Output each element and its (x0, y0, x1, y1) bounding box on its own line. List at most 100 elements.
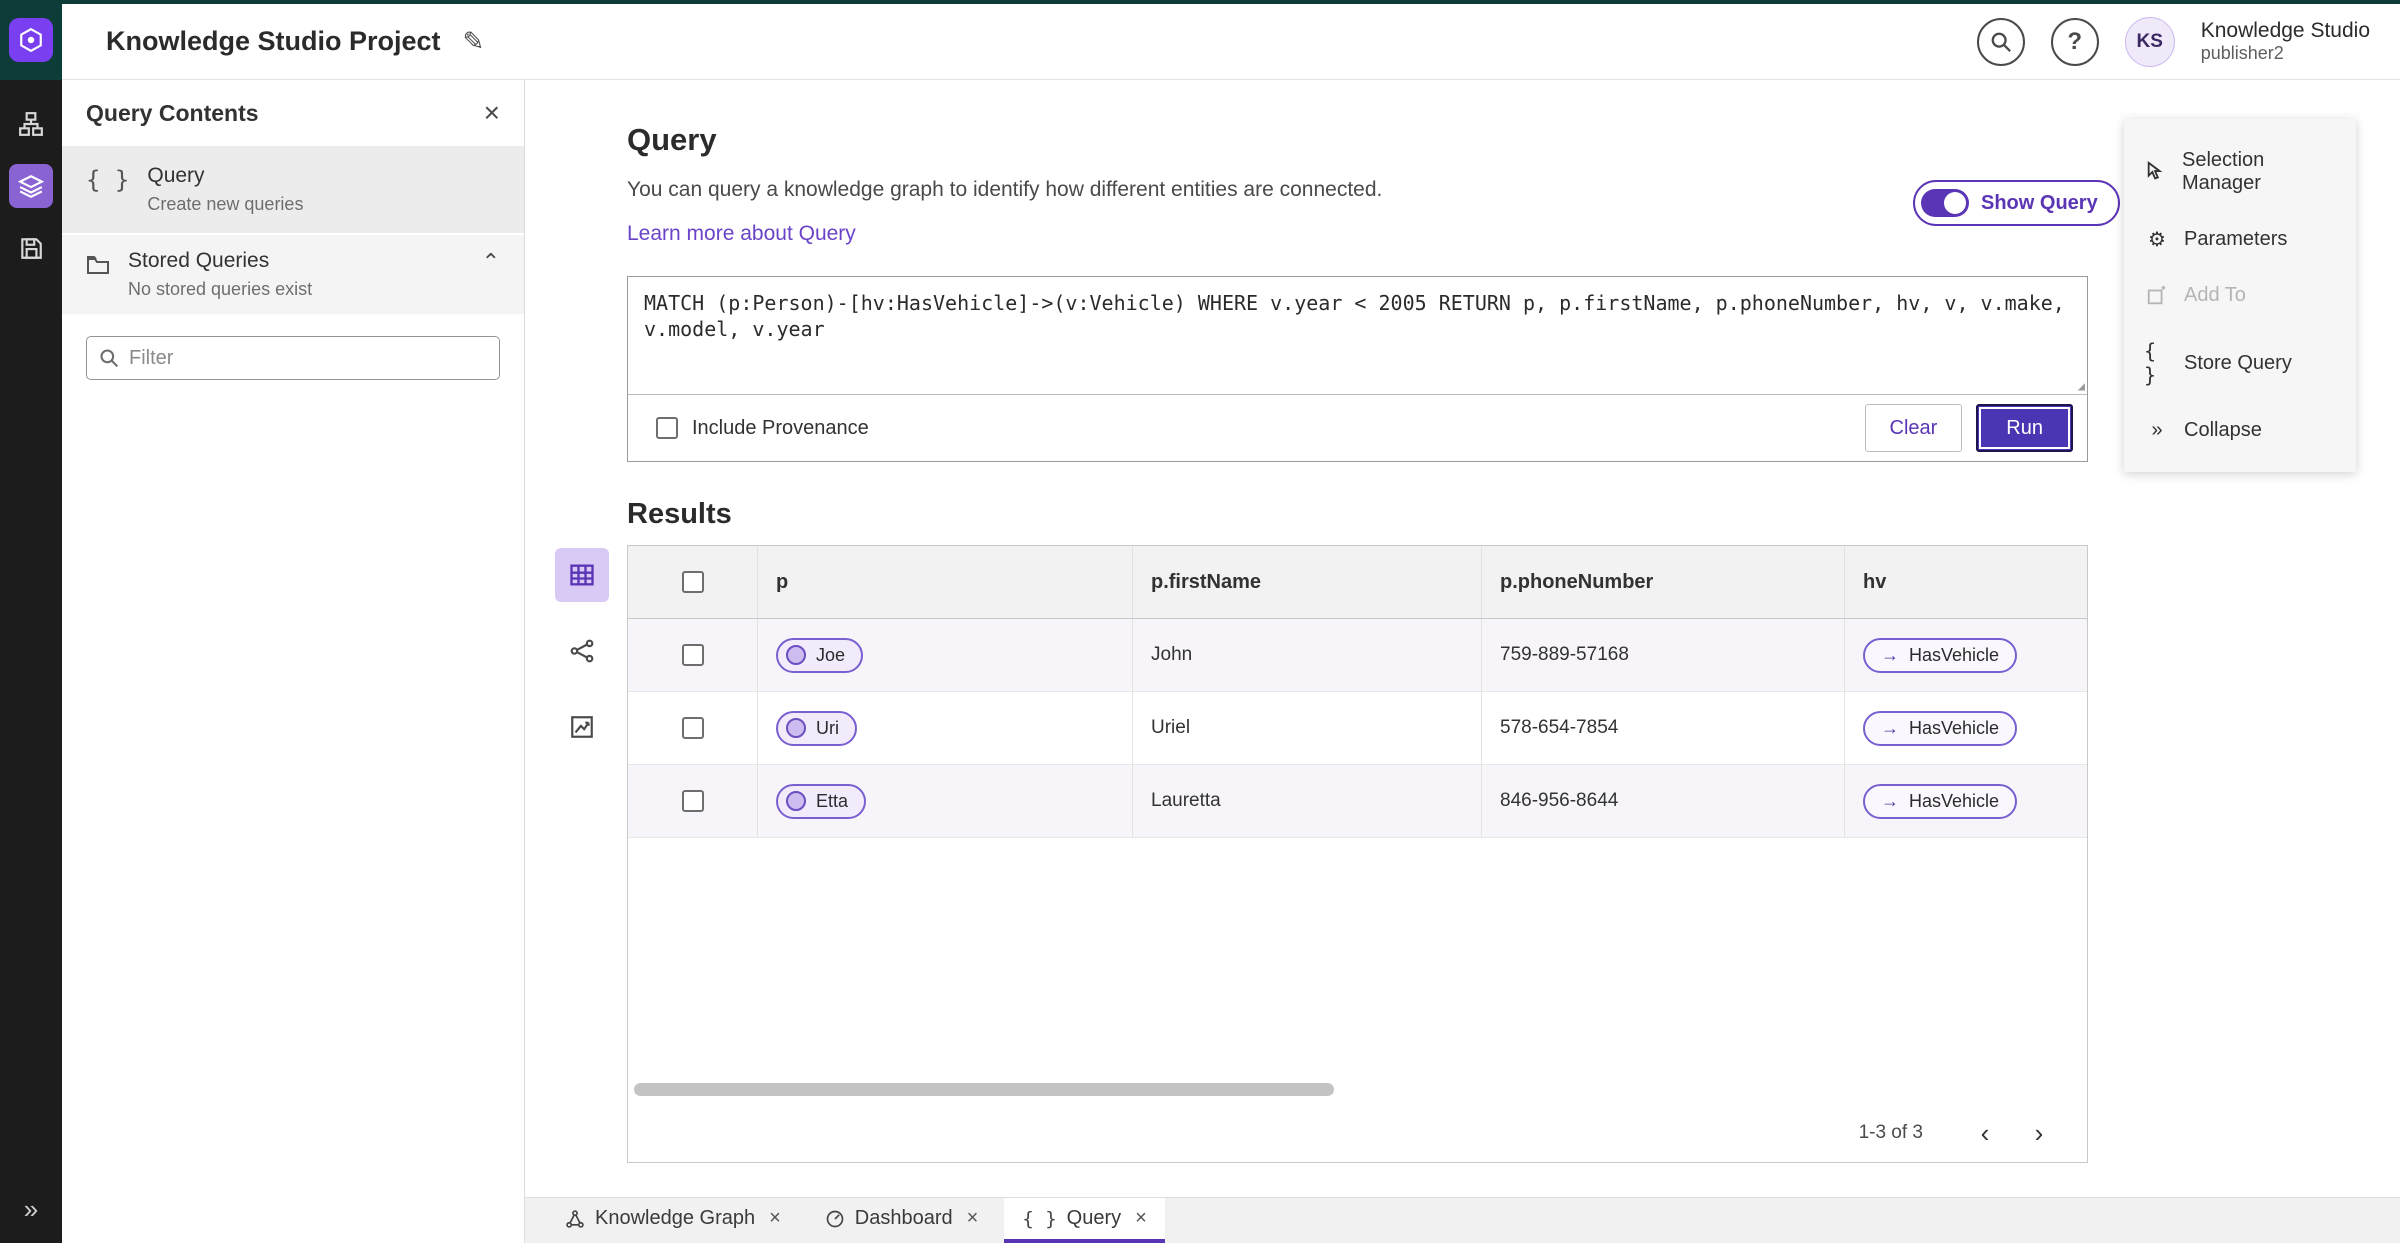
entity-pill[interactable]: Etta (776, 783, 867, 819)
column-header-p[interactable]: p (758, 546, 1133, 618)
new-query-item[interactable]: { } Query Create new queries (62, 146, 524, 235)
collapse-item[interactable]: » Collapse (2124, 403, 2356, 458)
show-query-label: Show Query (1981, 191, 2098, 214)
close-tab-icon[interactable]: × (967, 1207, 979, 1230)
table-pagination: 1-3 of 3 ‹ › (628, 1104, 2087, 1162)
entity-node-icon (786, 645, 806, 665)
stored-queries-folder-icon (86, 253, 110, 277)
app-logo-icon[interactable] (9, 18, 53, 62)
column-header-hv[interactable]: hv (1845, 546, 2087, 618)
filter-search-icon (99, 348, 119, 368)
row-checkbox[interactable] (681, 644, 704, 666)
user-info[interactable]: Knowledge Studio publisher2 (2201, 19, 2370, 64)
entity-node-icon (786, 791, 806, 811)
parameters-item[interactable]: ⚙ Parameters (2124, 211, 2356, 268)
app-header: Knowledge Studio Project ✎ ? KS Knowledg… (62, 4, 2400, 80)
pagination-range: 1-3 of 3 (1858, 1122, 1923, 1143)
relationship-pill[interactable]: → HasVehicle (1863, 783, 2018, 819)
previous-page-icon[interactable]: ‹ (1963, 1111, 2007, 1155)
arrow-icon: → (1881, 717, 1899, 738)
arrow-icon: → (1881, 644, 1899, 665)
top-accent-line (0, 0, 2400, 4)
table-header-row: p p.firstName p.phoneNumber hv (628, 546, 2087, 619)
query-description: You can query a knowledge graph to ident… (627, 178, 1383, 201)
new-query-label: Query (147, 164, 205, 187)
results-table: p p.firstName p.phoneNumber hv Joe John … (627, 545, 2088, 1163)
bottom-tab-bar: Knowledge Graph × Dashboard × { } Query … (525, 1197, 2400, 1243)
table-empty-area (628, 838, 2087, 1104)
query-page-title: Query (627, 122, 717, 157)
graph-view-icon[interactable] (555, 624, 609, 678)
main-content: Query You can query a knowledge graph to… (525, 80, 2400, 1197)
left-rail: » (0, 0, 62, 1243)
braces-icon: { } (2144, 339, 2157, 387)
stored-queries-header[interactable]: Stored Queries No stored queries exist ⌃ (62, 235, 524, 314)
selection-manager-icon (2144, 161, 2168, 183)
column-header-firstname[interactable]: p.firstName (1133, 546, 1482, 618)
tab-knowledge-graph[interactable]: Knowledge Graph × (547, 1198, 799, 1243)
search-button[interactable] (1976, 17, 2025, 66)
stored-queries-label: Stored Queries (128, 249, 270, 272)
app-window: » Knowledge Studio Project ✎ ? KS Knowle… (0, 0, 2400, 1243)
close-tab-icon[interactable]: × (769, 1207, 781, 1230)
add-to-item: Add To (2124, 268, 2356, 323)
horizontal-scrollbar[interactable] (634, 1083, 1334, 1096)
toggle-switch[interactable] (1921, 189, 1969, 217)
column-header-phonenumber[interactable]: p.phoneNumber (1482, 546, 1845, 618)
selection-manager-item[interactable]: Selection Manager (2124, 133, 2356, 211)
add-to-icon (2144, 285, 2170, 307)
layers-icon[interactable] (9, 164, 53, 208)
close-tab-icon[interactable]: × (1135, 1207, 1147, 1230)
include-provenance-label: Include Provenance (692, 416, 869, 439)
select-all-checkbox[interactable] (681, 571, 704, 593)
filter-box (86, 336, 500, 380)
tab-query[interactable]: { } Query × (1004, 1198, 1165, 1243)
table-row[interactable]: Etta Lauretta 846-956-8644 → HasVehicle (628, 765, 2087, 838)
include-provenance-checkbox[interactable] (656, 417, 678, 439)
user-avatar[interactable]: KS (2124, 16, 2175, 67)
relationship-pill[interactable]: → HasVehicle (1863, 637, 2018, 673)
cell-firstname: Lauretta (1133, 765, 1482, 837)
next-page-icon[interactable]: › (2017, 1111, 2061, 1155)
learn-more-link[interactable]: Learn more about Query (627, 222, 856, 246)
user-role: publisher2 (2200, 43, 2284, 64)
store-query-item[interactable]: { } Store Query (2124, 323, 2356, 403)
collapse-section-icon[interactable]: ⌃ (482, 249, 500, 275)
table-row[interactable]: Joe John 759-889-57168 → HasVehicle (628, 619, 2087, 692)
save-icon[interactable] (9, 226, 53, 270)
dashboard-icon (825, 1209, 845, 1229)
results-view-toolbar (555, 548, 609, 754)
close-panel-icon[interactable]: × (484, 97, 500, 129)
help-button[interactable]: ? (2050, 17, 2099, 66)
data-model-icon[interactable] (9, 102, 53, 146)
table-row[interactable]: Uri Uriel 578-654-7854 → HasVehicle (628, 692, 2087, 765)
gear-icon: ⚙ (2148, 229, 2166, 251)
query-contents-panel: Query Contents × { } Query Create new qu… (62, 80, 525, 1243)
clear-button[interactable]: Clear (1864, 404, 1963, 452)
edit-title-icon[interactable]: ✎ (463, 26, 485, 57)
show-query-toggle[interactable]: Show Query (1913, 180, 2120, 226)
tab-dashboard[interactable]: Dashboard × (807, 1198, 997, 1243)
run-button[interactable]: Run (1976, 404, 2073, 452)
cell-phone: 759-889-57168 (1482, 619, 1845, 691)
braces-icon: { } (1022, 1207, 1057, 1230)
cell-phone: 578-654-7854 (1482, 692, 1845, 764)
entity-pill[interactable]: Uri (776, 710, 857, 746)
entity-pill[interactable]: Joe (776, 637, 864, 673)
query-code-textarea[interactable]: MATCH (p:Person)-[hv:HasVehicle]->(v:Veh… (628, 277, 2087, 395)
braces-icon: { } (86, 166, 130, 194)
cell-firstname: Uriel (1133, 692, 1482, 764)
query-editor: MATCH (p:Person)-[hv:HasVehicle]->(v:Veh… (627, 276, 2088, 462)
chart-view-icon[interactable] (555, 700, 609, 754)
row-checkbox[interactable] (681, 790, 704, 812)
expand-rail-icon[interactable]: » (24, 1194, 38, 1225)
new-query-sublabel: Create new queries (147, 194, 304, 214)
table-view-icon[interactable] (555, 548, 609, 602)
panel-title: Query Contents (86, 99, 259, 126)
cell-firstname: John (1133, 619, 1482, 691)
stored-queries-sublabel: No stored queries exist (128, 279, 313, 299)
relationship-pill[interactable]: → HasVehicle (1863, 710, 2018, 746)
filter-input[interactable] (129, 346, 487, 370)
row-checkbox[interactable] (681, 717, 704, 739)
arrow-icon: → (1881, 790, 1899, 811)
